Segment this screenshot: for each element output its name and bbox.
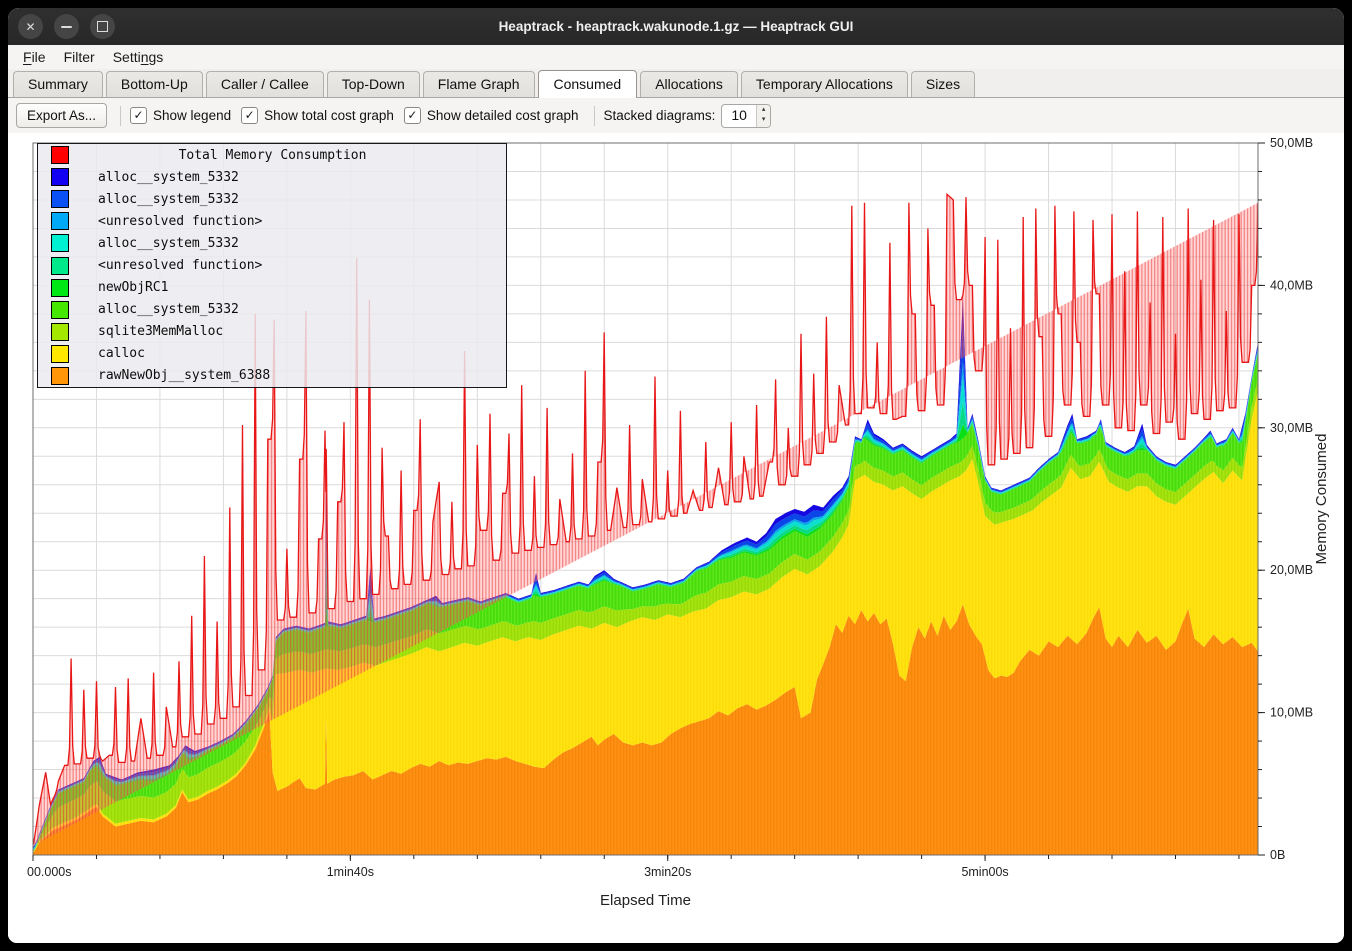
- minimize-icon: [61, 26, 72, 28]
- close-icon: ✕: [25, 20, 35, 34]
- toolbar-separator: [120, 106, 121, 126]
- legend-label: <unresolved function>: [98, 258, 262, 273]
- stacked-diagrams-spinbox[interactable]: 10 ▴ ▾: [721, 104, 771, 128]
- checkbox-label: Show legend: [153, 108, 231, 123]
- legend-swatch: [51, 212, 69, 230]
- legend-item: newObjRC1: [38, 277, 506, 299]
- chart-legend: Total Memory Consumption alloc__system_5…: [37, 143, 507, 388]
- tab-flame-graph[interactable]: Flame Graph: [423, 71, 535, 97]
- legend-swatch-total: [51, 146, 69, 164]
- menu-item-settings[interactable]: Settings: [104, 47, 173, 67]
- titlebar[interactable]: ✕ Heaptrack - heaptrack.wakunode.1.gz — …: [8, 8, 1344, 45]
- tab-consumed[interactable]: Consumed: [538, 70, 638, 98]
- tab-top-down[interactable]: Top-Down: [327, 71, 420, 97]
- legend-label: rawNewObj__system_6388: [98, 368, 270, 383]
- x-tick-label: 3min20s: [644, 865, 691, 879]
- export-as-button[interactable]: Export As...: [16, 103, 107, 128]
- x-tick-label: 1min40s: [327, 865, 374, 879]
- toolbar-separator: [594, 106, 595, 126]
- legend-label: sqlite3MemMalloc: [98, 324, 223, 339]
- tab-summary[interactable]: Summary: [13, 71, 103, 97]
- menu-bar: FileFilterSettings: [8, 45, 1344, 69]
- legend-swatch: [51, 301, 69, 319]
- legend-label: alloc__system_5332: [98, 302, 239, 317]
- checkmark-icon: ✓: [241, 107, 258, 124]
- checkbox-show-total-cost-graph[interactable]: ✓ Show total cost graph: [241, 107, 394, 124]
- tab-allocations[interactable]: Allocations: [640, 71, 738, 97]
- legend-item: alloc__system_5332: [38, 166, 506, 188]
- checkbox-show-detailed-cost-graph[interactable]: ✓ Show detailed cost graph: [404, 107, 579, 124]
- legend-item: alloc__system_5332: [38, 188, 506, 210]
- checkmark-icon: ✓: [130, 107, 147, 124]
- legend-item: calloc: [38, 343, 506, 365]
- maximize-icon: [97, 21, 108, 32]
- legend-swatch: [51, 190, 69, 208]
- legend-title-row: Total Memory Consumption: [38, 144, 506, 166]
- menu-item-filter[interactable]: Filter: [55, 47, 104, 67]
- y-tick-label: 30,0MB: [1270, 421, 1313, 435]
- legend-item: rawNewObj__system_6388: [38, 365, 506, 387]
- legend-swatch: [51, 279, 69, 297]
- x-axis-title: Elapsed Time: [600, 892, 691, 909]
- legend-label: <unresolved function>: [98, 214, 262, 229]
- stacked-diagrams-label: Stacked diagrams:: [604, 108, 716, 123]
- toolbar: Export As... ✓ Show legend ✓ Show total cos…: [8, 98, 1344, 133]
- chart-content: 00.000s 1min40s 3min20s 5min00s 0B 10,0MB 20,0…: [8, 133, 1344, 943]
- stacked-diagrams-value: 10: [722, 105, 756, 127]
- legend-swatch: [51, 168, 69, 186]
- legend-label: alloc__system_5332: [98, 170, 239, 185]
- legend-label: newObjRC1: [98, 280, 168, 295]
- window-title: Heaptrack - heaptrack.wakunode.1.gz — He…: [8, 19, 1344, 34]
- tab-temporary-allocations[interactable]: Temporary Allocations: [741, 71, 908, 97]
- legend-swatch: [51, 257, 69, 275]
- y-tick-label: 10,0MB: [1270, 706, 1313, 720]
- tab-sizes[interactable]: Sizes: [911, 71, 975, 97]
- maximize-button[interactable]: [90, 14, 115, 39]
- checkbox-group: ✓ Show legend ✓ Show total cost graph ✓ Show …: [128, 107, 587, 124]
- legend-item: alloc__system_5332: [38, 299, 506, 321]
- legend-item: alloc__system_5332: [38, 232, 506, 254]
- checkbox-label: Show total cost graph: [264, 108, 394, 123]
- legend-swatch: [51, 234, 69, 252]
- window-controls: ✕: [8, 14, 115, 39]
- checkbox-label: Show detailed cost graph: [427, 108, 579, 123]
- close-button[interactable]: ✕: [18, 14, 43, 39]
- legend-label: calloc: [98, 346, 145, 361]
- legend-title: Total Memory Consumption: [69, 148, 476, 163]
- minimize-button[interactable]: [54, 14, 79, 39]
- spin-down-button[interactable]: ▾: [757, 115, 771, 125]
- legend-swatch: [51, 367, 69, 385]
- y-tick-label: 20,0MB: [1270, 563, 1313, 577]
- legend-swatch: [51, 323, 69, 341]
- legend-item: <unresolved function>: [38, 254, 506, 276]
- legend-label: alloc__system_5332: [98, 192, 239, 207]
- legend-label: alloc__system_5332: [98, 236, 239, 251]
- legend-item: <unresolved function>: [38, 210, 506, 232]
- spin-up-button[interactable]: ▴: [757, 105, 771, 115]
- y-tick-label: 0B: [1270, 848, 1285, 862]
- tab-bottom-up[interactable]: Bottom-Up: [106, 71, 203, 97]
- y-axis-title: Memory Consumed: [1313, 434, 1330, 565]
- y-tick-label: 40,0MB: [1270, 278, 1313, 292]
- spinner-buttons: ▴ ▾: [756, 105, 771, 127]
- x-tick-label: 5min00s: [961, 865, 1008, 879]
- y-tick-label: 50,0MB: [1270, 136, 1313, 150]
- tab-bar: SummaryBottom-UpCaller / CalleeTop-DownF…: [8, 69, 1344, 98]
- legend-item: sqlite3MemMalloc: [38, 321, 506, 343]
- checkbox-show-legend[interactable]: ✓ Show legend: [130, 107, 231, 124]
- legend-swatch: [51, 345, 69, 363]
- menu-item-file[interactable]: File: [14, 47, 55, 67]
- heaptrack-window: ✕ Heaptrack - heaptrack.wakunode.1.gz — …: [8, 8, 1344, 943]
- x-tick-label: 00.000s: [27, 865, 71, 879]
- checkmark-icon: ✓: [404, 107, 421, 124]
- tab-caller-callee[interactable]: Caller / Callee: [206, 71, 324, 97]
